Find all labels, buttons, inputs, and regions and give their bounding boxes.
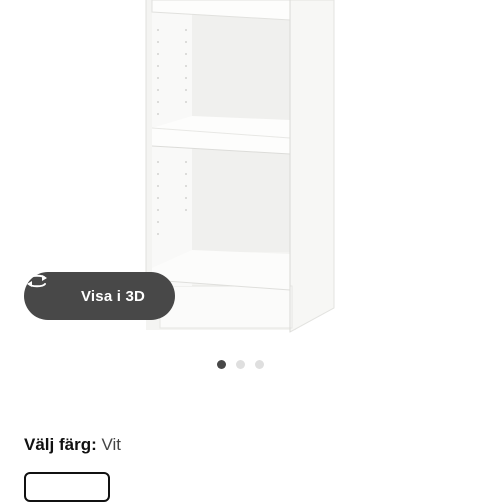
color-selection: Välj färg: Vit [24, 434, 121, 456]
carousel-dot-1[interactable] [216, 360, 226, 369]
carousel-dots [0, 360, 480, 369]
color-label: Välj färg: [24, 435, 97, 454]
view-in-3d-button[interactable]: Visa i 3D [24, 272, 175, 320]
color-swatch-white[interactable] [24, 472, 110, 502]
rotate-3d-icon [27, 274, 71, 306]
carousel-dot-2[interactable] [235, 360, 245, 369]
product-image[interactable]: Visa i 3D [0, 0, 480, 345]
view-in-3d-label: Visa i 3D [81, 287, 146, 305]
color-value: Vit [101, 435, 122, 454]
carousel-dot-3[interactable] [254, 360, 264, 369]
